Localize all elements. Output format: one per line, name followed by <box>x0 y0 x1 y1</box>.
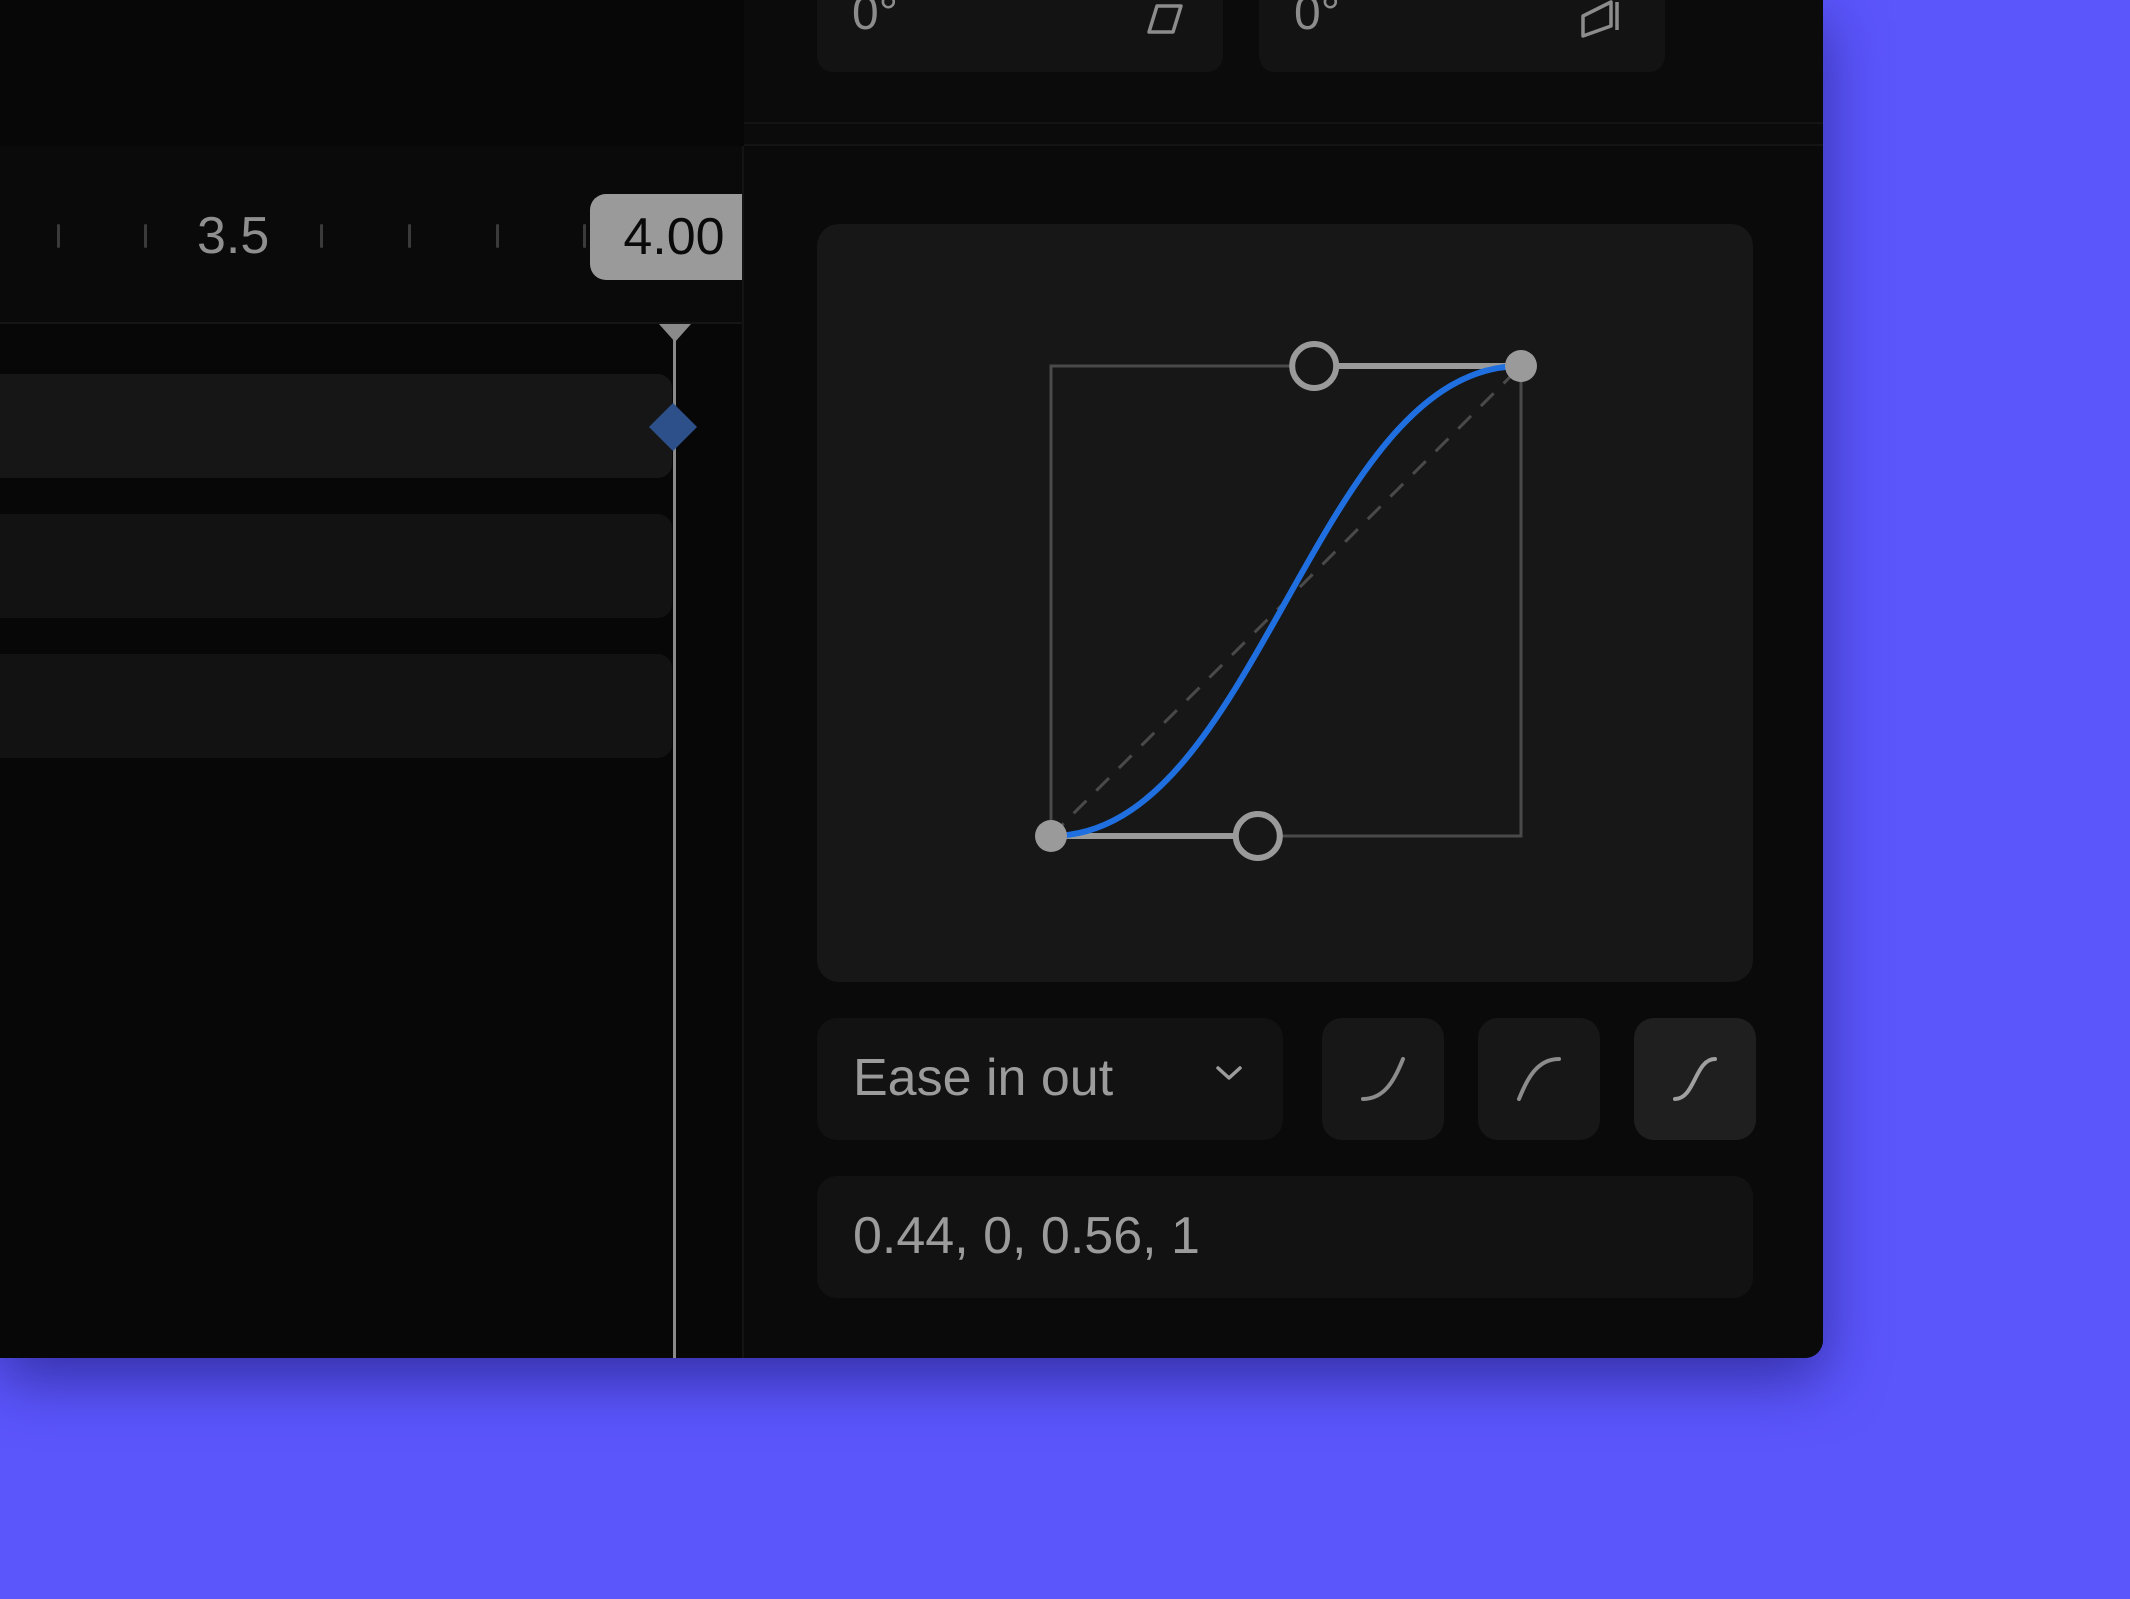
timeline-track[interactable] <box>0 654 672 758</box>
transform-panel: 0° 0° <box>744 0 1823 146</box>
current-time-badge[interactable]: 4.00 <box>590 194 758 280</box>
ruler-tick <box>320 224 323 248</box>
ease-in-out-button[interactable] <box>1634 1018 1756 1140</box>
chevron-down-icon <box>1216 1066 1242 1080</box>
playhead-line[interactable] <box>673 326 676 1358</box>
bezier-editor[interactable] <box>817 224 1753 982</box>
control-handle-2[interactable] <box>1289 341 1340 391</box>
easing-preset-select[interactable]: Ease in out <box>817 1018 1283 1140</box>
ease-in-out-icon <box>1673 1057 1717 1101</box>
perspective-icon <box>1581 0 1619 38</box>
timeline-track[interactable] <box>0 374 672 478</box>
ruler-tick <box>583 224 586 248</box>
ease-out-button[interactable] <box>1478 1018 1600 1140</box>
easing-preset-label: Ease in out <box>853 1049 1114 1107</box>
timeline: 3.5 <box>0 146 744 1358</box>
ruler-tick <box>496 224 499 248</box>
curve-end-point <box>1505 350 1537 382</box>
playhead-marker[interactable] <box>659 324 691 342</box>
editor-window: 0° 0° 3.5 4.00 Ease in out 0.44, 0, 0.56… <box>0 0 1823 1358</box>
ease-in-icon <box>1361 1057 1405 1101</box>
ease-in-button[interactable] <box>1322 1018 1444 1140</box>
bezier-values-field[interactable]: 0.44, 0, 0.56, 1 <box>817 1176 1753 1298</box>
ruler-tick <box>144 224 147 248</box>
easing-panel: Ease in out 0.44, 0, 0.56, 1 <box>744 146 1823 1358</box>
skew-field[interactable]: 0° <box>817 0 1223 72</box>
ease-out-icon <box>1517 1057 1561 1101</box>
bezier-graph <box>1035 341 1537 861</box>
skew-icon <box>1147 4 1183 34</box>
perspective-field[interactable]: 0° <box>1259 0 1665 72</box>
perspective-value: 0° <box>1294 0 1340 40</box>
ruler-label: 3.5 <box>197 207 270 265</box>
curve-start-point <box>1035 820 1067 852</box>
ruler-tick <box>408 224 411 248</box>
skew-value: 0° <box>852 0 898 40</box>
ruler-tick <box>57 224 60 248</box>
timeline-track[interactable] <box>0 514 672 618</box>
control-handle-1[interactable] <box>1232 811 1283 861</box>
bezier-values: 0.44, 0, 0.56, 1 <box>853 1207 1200 1265</box>
